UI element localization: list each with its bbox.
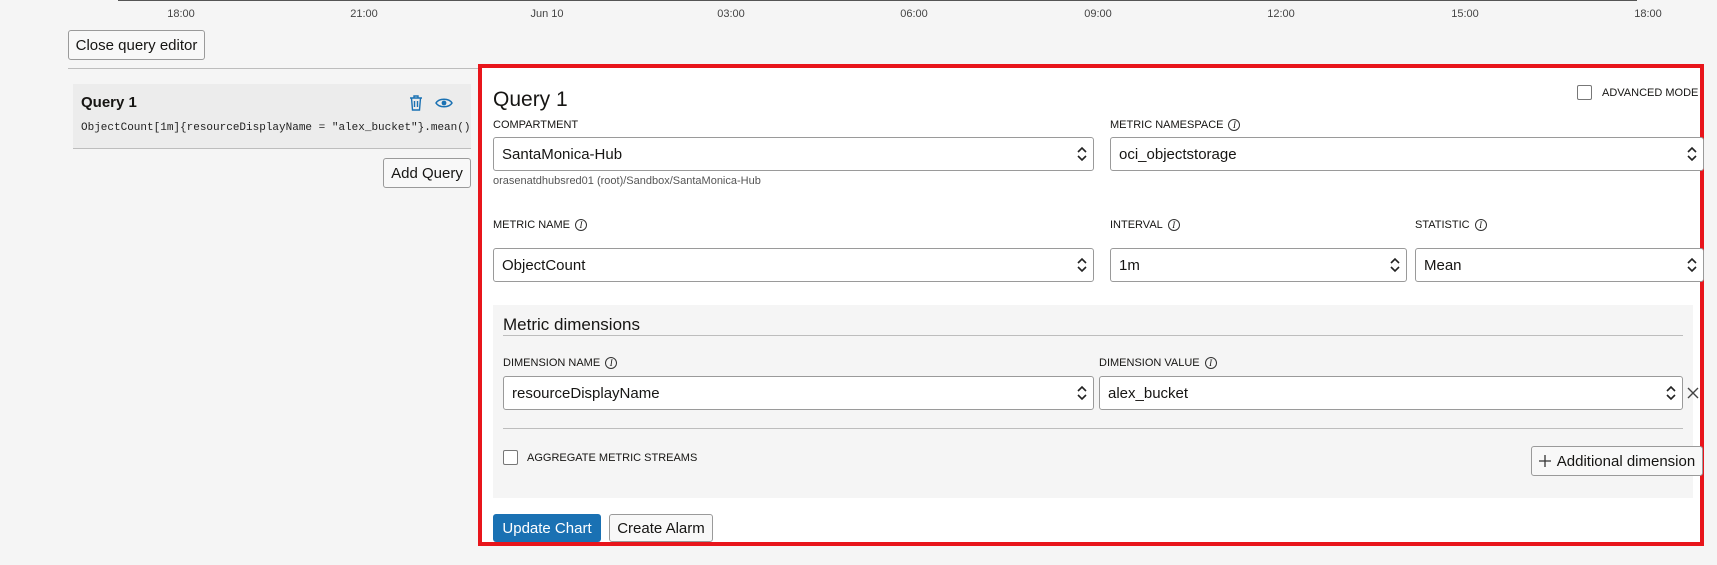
sort-caret-icon — [1687, 257, 1697, 273]
dimension-name-select[interactable]: resourceDisplayName — [503, 376, 1094, 410]
sort-caret-icon — [1077, 146, 1087, 162]
info-icon[interactable]: i — [605, 357, 618, 369]
metric-dimensions-title: Metric dimensions — [503, 315, 640, 334]
divider — [68, 68, 478, 69]
timeline-axis — [118, 0, 1637, 1]
query-editor-title: Query 1 — [493, 88, 568, 111]
compartment-value: SantaMonica-Hub — [502, 145, 623, 163]
compartment-label: COMPARTMENT — [493, 119, 579, 131]
timeline-tick: 21:00 — [350, 8, 378, 20]
additional-dimension-button[interactable]: Additional dimension — [1531, 446, 1703, 476]
metric-dimensions-section: Metric dimensions DIMENSION NAME i resour… — [493, 305, 1703, 498]
query-title: Query 1 — [81, 94, 137, 111]
timeline-tick: 09:00 — [1084, 8, 1112, 20]
query-editor-panel: Query 1 ADVANCED MODE COMPARTMENT SantaM… — [478, 64, 1704, 546]
timeline-tick: 06:00 — [900, 8, 928, 20]
statistic-select[interactable]: Mean — [1415, 248, 1704, 282]
remove-dimension-icon[interactable] — [1687, 387, 1699, 399]
timeline-tick: 18:00 — [167, 8, 195, 20]
create-alarm-button[interactable]: Create Alarm — [609, 514, 713, 542]
advanced-mode-label: ADVANCED MODE — [1602, 87, 1699, 99]
compartment-select[interactable]: SantaMonica-Hub — [493, 137, 1094, 171]
sort-caret-icon — [1687, 146, 1697, 162]
info-icon[interactable]: i — [1474, 219, 1487, 231]
close-query-editor-button[interactable]: Close query editor — [68, 30, 205, 60]
timeline-tick: Jun 10 — [530, 8, 564, 20]
trash-icon[interactable] — [407, 94, 425, 112]
compartment-path: orasenatdhubsred01 (root)/Sandbox/SantaM… — [493, 175, 761, 187]
sort-caret-icon — [1077, 385, 1087, 401]
metric-namespace-label: METRIC NAMESPACE i — [1110, 119, 1241, 131]
plus-icon — [1538, 455, 1551, 467]
metric-namespace-value: oci_objectstorage — [1119, 145, 1237, 163]
statistic-label: STATISTIC i — [1415, 219, 1487, 231]
query-list-item[interactable]: Query 1 ObjectCount[1m]{resourceDisplayN… — [73, 84, 471, 149]
update-chart-button[interactable]: Update Chart — [493, 514, 601, 542]
metric-name-select[interactable]: ObjectCount — [493, 248, 1094, 282]
metric-namespace-select[interactable]: oci_objectstorage — [1110, 137, 1704, 171]
metric-name-value: ObjectCount — [502, 256, 586, 274]
additional-dimension-label: Additional dimension — [1556, 452, 1696, 470]
info-icon[interactable]: i — [1167, 219, 1180, 231]
sort-caret-icon — [1390, 257, 1400, 273]
dimension-name-label: DIMENSION NAME i — [503, 357, 618, 369]
sort-caret-icon — [1666, 385, 1676, 401]
aggregate-metric-streams-label: AGGREGATE METRIC STREAMS — [527, 452, 698, 464]
eye-icon[interactable] — [435, 94, 453, 112]
info-icon[interactable]: i — [1228, 119, 1241, 131]
sort-caret-icon — [1077, 257, 1087, 273]
info-icon[interactable]: i — [1204, 357, 1217, 369]
dimension-name-value: resourceDisplayName — [512, 384, 660, 402]
dimension-value-select[interactable]: alex_bucket — [1099, 376, 1683, 410]
divider — [503, 428, 1683, 429]
query-expression: ObjectCount[1m]{resourceDisplayName = "a… — [81, 122, 471, 134]
timeline-tick: 18:00 — [1634, 8, 1662, 20]
interval-value: 1m — [1119, 256, 1140, 274]
divider — [503, 335, 1683, 336]
interval-label: INTERVAL i — [1110, 219, 1180, 231]
dimension-value-label: DIMENSION VALUE i — [1099, 357, 1217, 369]
metric-name-label: METRIC NAME i — [493, 219, 587, 231]
timeline-tick: 12:00 — [1267, 8, 1295, 20]
timeline-tick: 03:00 — [717, 8, 745, 20]
statistic-value: Mean — [1424, 256, 1462, 274]
dimension-value-value: alex_bucket — [1108, 384, 1189, 402]
aggregate-metric-streams-checkbox[interactable] — [503, 450, 518, 465]
add-query-button[interactable]: Add Query — [383, 158, 471, 188]
interval-select[interactable]: 1m — [1110, 248, 1407, 282]
timeline-tick: 15:00 — [1451, 8, 1479, 20]
advanced-mode-checkbox[interactable] — [1577, 85, 1592, 100]
info-icon[interactable]: i — [575, 219, 587, 231]
